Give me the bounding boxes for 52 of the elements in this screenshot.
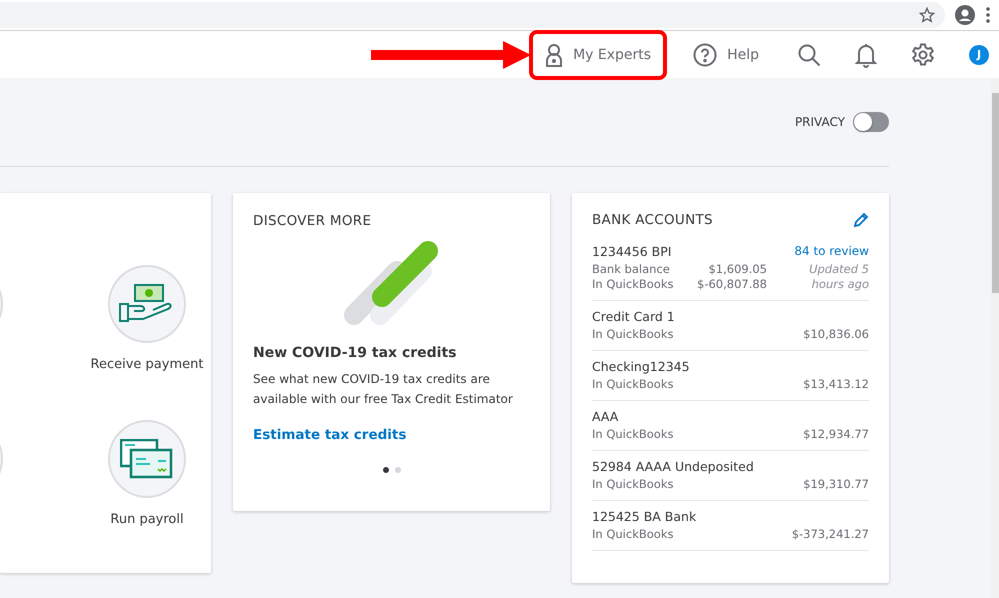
balance-amount: $1,609.05 [708, 262, 767, 277]
search-icon[interactable] [797, 42, 821, 66]
privacy-label: PRIVACY [794, 115, 845, 129]
balance-amount: $19,310.77 [803, 477, 869, 492]
balance-amount: $12,934.77 [803, 427, 869, 442]
account-name: 1234456 BPI [592, 244, 672, 259]
balance-label: In QuickBooks [592, 327, 674, 342]
account-row[interactable]: 1234456 BPI 84 to review Bank balance In QuickBooks $1,609.05 $-60,807.88 Updated 5 hours ago [592, 236, 869, 301]
account-name: AAA [592, 409, 618, 424]
nav-button[interactable]: My Experts [529, 30, 668, 80]
balance-amount: $13,413.12 [803, 377, 869, 392]
promo-text: See what new COVID-19 tax credits are available with our free Tax Credit Estimator [253, 371, 514, 408]
account-name: Credit Card 1 [592, 309, 675, 324]
menu-icon[interactable] [985, 7, 991, 23]
account-name: Checking12345 [592, 359, 690, 374]
promo-headline: New COVID-19 tax credits [253, 345, 458, 361]
updated-note: Updated 5 hours ago [808, 262, 869, 292]
account-row[interactable]: Credit Card 1 In QuickBooks $10,836.06 [592, 301, 869, 351]
account-row[interactable]: Checking12345 In QuickBooks $13,413.12 [592, 351, 869, 401]
privacy-toggle[interactable] [853, 112, 889, 132]
checks-icon [120, 439, 174, 479]
account-name: 52984 AAAA Undeposited [592, 459, 754, 474]
star-icon[interactable] [919, 7, 935, 23]
account-name: 125425 BA Bank [592, 509, 696, 524]
profile-icon[interactable] [955, 5, 975, 25]
shortcut-button[interactable]: Receive payment [82, 265, 211, 372]
balance-amount: $-60,807.88 [697, 277, 767, 292]
balance-amount: $10,836.06 [803, 327, 869, 342]
nav-button[interactable]: Help [689, 38, 763, 70]
review-link[interactable]: 84 to review [794, 244, 869, 258]
account-row[interactable]: 125425 BA Bank In QuickBooks $-373,241.27 [592, 501, 869, 551]
person-icon [545, 42, 564, 66]
balance-amount: $-373,241.27 [792, 527, 869, 542]
user-avatar[interactable]: J [969, 44, 989, 64]
card-title: DISCOVER MORE [253, 213, 372, 229]
carousel-dot[interactable] [394, 467, 400, 473]
balance-label: In QuickBooks [592, 277, 674, 292]
balance-label: Bank balance [592, 262, 671, 277]
balance-label: In QuickBooks [592, 427, 674, 442]
balance-label: In QuickBooks [592, 377, 674, 392]
bell-icon[interactable] [855, 42, 877, 68]
pencil-icon[interactable] [853, 212, 869, 228]
account-row[interactable]: 52984 AAAA Undeposited In QuickBooks $19,310.77 [592, 451, 869, 501]
balance-label: In QuickBooks [592, 477, 674, 492]
shortcut-button[interactable]: Run payroll [82, 420, 211, 527]
settings-icon[interactable] [911, 42, 935, 66]
help-icon [693, 42, 718, 66]
balance-label: In QuickBooks [592, 527, 674, 542]
card-title: BANK ACCOUNTS [592, 212, 713, 228]
carousel-dot[interactable] [382, 467, 388, 473]
estimate-link[interactable]: Estimate tax credits [253, 427, 406, 443]
account-row[interactable]: AAA In QuickBooks $12,934.77 [592, 401, 869, 451]
